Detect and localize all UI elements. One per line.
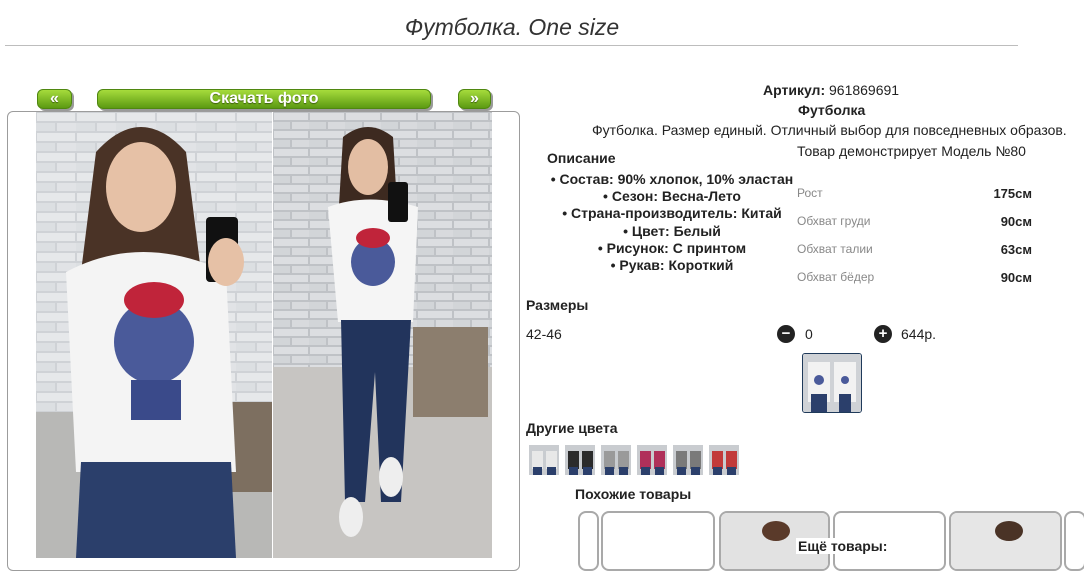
color-swatch[interactable] [637,445,667,475]
similar-product-card[interactable] [949,511,1062,571]
measurement-value: 175см [993,186,1032,201]
similar-product-card[interactable] [601,511,715,571]
model-info: Товар демонстрирует Модель №80 [797,143,1026,159]
spec-item: Рисунок: С принтом [547,240,797,257]
prev-photo-button[interactable]: « [37,89,72,109]
color-swatch[interactable] [709,445,739,475]
measurement-label: Обхват талии [797,242,873,256]
title-divider [5,45,1018,46]
measurement-value: 63см [1000,242,1032,257]
other-colors-heading: Другие цвета [526,420,618,436]
spec-item: Рукав: Короткий [547,257,797,274]
measurement-label: Обхват бёдер [797,270,875,284]
product-description: Футболка. Размер единый. Отличный выбор … [592,122,1067,138]
plus-circle-icon[interactable]: + [874,325,892,343]
measurement-label: Обхват груди [797,214,871,228]
next-photo-button[interactable]: » [458,89,491,109]
measurement-value: 90см [1000,214,1032,229]
similar-scroll-left[interactable] [578,511,599,571]
minus-circle-icon[interactable]: − [777,325,795,343]
measurement-value: 90см [1000,270,1032,285]
quantity-value: 0 [805,326,813,342]
product-photo-full-length[interactable] [273,112,492,558]
description-heading: Описание [547,150,616,166]
spec-item: Состав: 90% хлопок, 10% эластан [547,171,797,188]
sizes-heading: Размеры [526,297,589,313]
color-swatch[interactable] [673,445,703,475]
article-label: Артикул: [763,82,826,98]
similar-scroll-right[interactable] [1064,511,1084,571]
photo-thumbnail[interactable] [802,353,862,413]
product-name: Футболка [798,102,866,118]
spec-item: Сезон: Весна-Лето [547,188,797,205]
download-photo-button[interactable]: Скачать фото [97,89,431,109]
color-swatch[interactable] [529,445,559,475]
more-products-label: Ещё товары: [796,538,890,554]
product-photo-main[interactable] [36,112,272,558]
article-line: Артикул: 961869691 [763,82,899,98]
page-title: Футболка. One size [404,14,620,40]
measurement-label: Рост [797,186,823,200]
similar-products-heading: Похожие товары [575,486,692,502]
spec-list: Состав: 90% хлопок, 10% эластан Сезон: В… [547,171,797,274]
spec-item: Цвет: Белый [547,223,797,240]
spec-item: Страна-производитель: Китай [547,205,797,222]
size-range: 42-46 [526,326,562,342]
color-swatch[interactable] [601,445,631,475]
price: 644р. [901,326,937,342]
article-value: 961869691 [829,82,900,98]
color-swatch[interactable] [565,445,595,475]
